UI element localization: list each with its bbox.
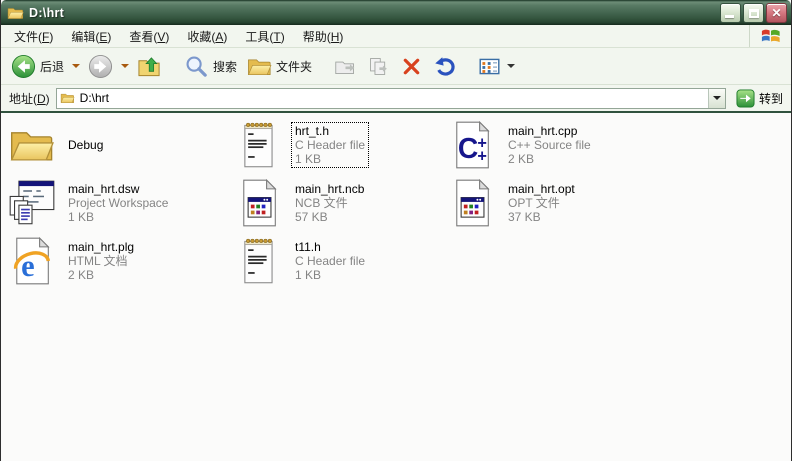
search-label: 搜索 [213,59,238,74]
address-label: 地址(D) [9,91,50,106]
file-tile-main-hrt-opt[interactable]: main_hrt.opt OPT 文件 37 KB [448,174,792,232]
ie-file-icon [12,236,52,286]
file-size: 37 KB [508,210,541,224]
up-button[interactable] [133,51,166,82]
file-tile-hrt-t-h[interactable]: hrt_t.h C Header file 1 KB [235,116,448,174]
move-to-button [330,52,361,81]
file-tile-main-hrt-ncb[interactable]: main_hrt.ncb NCB 文件 57 KB [235,174,448,232]
toolbar: 后退 搜索 文件夹 [1,48,791,85]
file-name: main_hrt.dsw [68,182,140,196]
file-name: main_hrt.opt [508,182,575,196]
file-size: 1 KB [295,152,322,166]
window-title: D:\hrt [29,5,65,20]
undo-button[interactable] [429,52,460,81]
file-size: 1 KB [295,268,322,282]
file-type: Project Workspace [68,196,169,210]
restore-button[interactable] [743,2,764,23]
search-button[interactable]: 搜索 [180,51,241,82]
folder-icon [7,6,24,20]
back-button[interactable]: 后退 [7,51,68,82]
go-label: 转到 [758,91,783,106]
windows-logo-icon [749,25,791,47]
close-icon [767,4,786,22]
delete-button[interactable] [396,52,427,81]
views-dropdown-icon [507,64,516,68]
go-arrow-icon [736,89,755,108]
copy-to-button [363,52,394,81]
back-icon [11,54,36,79]
file-list: Debug hrt_t.h C Header file 1 KB main_hr… [1,113,791,461]
views-button[interactable] [474,52,521,81]
dsw-file-icon [8,179,56,227]
file-tile-main-hrt-dsw[interactable]: main_hrt.dsw Project Workspace 1 KB [8,174,235,232]
file-type: NCB 文件 [295,196,348,210]
file-name: hrt_t.h [295,124,330,138]
forward-button[interactable] [84,51,117,82]
undo-icon [433,55,456,78]
menu-favorites[interactable]: 收藏(A) [178,25,236,48]
file-type: C Header file [295,138,366,152]
title-bar[interactable]: D:\hrt [1,0,791,25]
go-button[interactable]: 转到 [732,88,787,109]
menu-tools[interactable]: 工具(T) [236,25,293,48]
opt-file-icon [452,178,492,228]
file-tile-main-hrt-plg[interactable]: main_hrt.plg HTML 文档 2 KB [8,232,235,290]
file-type: C Header file [295,254,366,268]
file-size: 57 KB [295,210,328,224]
menu-bar: 文件(F) 编辑(E) 查看(V) 收藏(A) 工具(T) 帮助(H) [1,25,791,48]
file-tile-t11-h[interactable]: t11.h C Header file 1 KB [235,232,448,290]
back-label: 后退 [40,59,65,74]
folders-button[interactable]: 文件夹 [243,51,316,82]
file-name: t11.h [295,240,321,254]
file-type: OPT 文件 [508,196,560,210]
address-dropdown-button[interactable] [707,88,725,108]
minimize-icon [725,14,734,18]
file-name: Debug [68,138,104,152]
folder-icon [9,125,55,165]
search-icon [184,54,209,79]
file-size: 1 KB [68,210,95,224]
address-input[interactable]: D:\hrt [55,87,726,109]
file-name: main_hrt.ncb [295,182,365,196]
forward-dropdown-icon[interactable] [121,64,130,68]
file-tile-debug[interactable]: Debug [8,116,235,174]
up-folder-icon [137,54,162,79]
menu-file[interactable]: 文件(F) [5,25,62,48]
file-tile-main-hrt-cpp[interactable]: main_hrt.cpp C++ Source file 2 KB [448,116,792,174]
file-type: C++ Source file [508,138,591,152]
views-icon [478,55,501,78]
explorer-window: D:\hrt 文件(F) 编辑(E) 查看(V) 收藏(A) 工具(T) 帮助(… [0,0,792,461]
folder-icon [60,92,75,104]
text-file-icon [239,120,279,170]
menu-edit[interactable]: 编辑(E) [62,25,120,48]
forward-icon [88,54,113,79]
move-to-icon [334,55,357,78]
close-button[interactable] [766,2,787,23]
minimize-button[interactable] [720,2,741,23]
file-name: main_hrt.cpp [508,124,578,138]
ncb-file-icon [239,178,279,228]
menu-view[interactable]: 查看(V) [120,25,178,48]
text-file-icon [239,236,279,286]
menu-help[interactable]: 帮助(H) [294,25,353,48]
folders-icon [247,54,272,79]
copy-to-icon [367,55,390,78]
delete-icon [400,55,423,78]
address-bar: 地址(D) D:\hrt 转到 [1,85,791,111]
file-size: 2 KB [508,152,535,166]
address-value[interactable]: D:\hrt [80,91,708,105]
restore-icon [749,8,759,18]
file-name: main_hrt.plg [68,240,135,254]
file-type: HTML 文档 [68,254,128,268]
file-size: 2 KB [68,268,95,282]
folders-label: 文件夹 [276,59,313,74]
back-dropdown-icon[interactable] [72,64,81,68]
cpp-file-icon [452,120,492,170]
